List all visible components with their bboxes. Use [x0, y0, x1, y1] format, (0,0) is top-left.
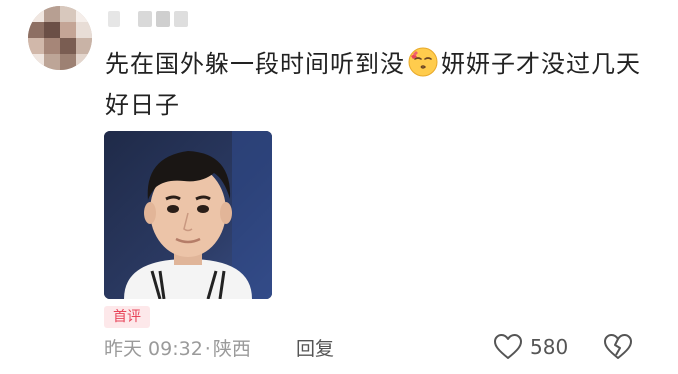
comment-meta: 昨天 09:32 · 陕西 — [104, 338, 251, 360]
comment-text: 先在国外躲一段时间听到没 妍妍子才没过几天好日子 — [105, 44, 645, 126]
like-button[interactable]: 580 — [494, 334, 568, 360]
broken-heart-icon — [604, 334, 632, 359]
heart-outline-icon — [494, 334, 522, 359]
man-portrait-image — [104, 131, 272, 299]
avatar[interactable] — [28, 6, 92, 70]
meta-separator: · — [204, 338, 211, 360]
like-count: 580 — [530, 335, 569, 359]
comment-item: 先在国外躲一段时间听到没 妍妍子才没过几天好日子 首评 昨天 09:32 · 陕… — [0, 0, 678, 374]
comment-time: 昨天 09:32 — [104, 338, 203, 360]
reply-button[interactable]: 回复 — [296, 338, 334, 360]
comment-location: 陕西 — [212, 338, 251, 360]
username-blurred[interactable] — [108, 10, 188, 28]
comment-image[interactable] — [104, 131, 272, 299]
first-comment-badge: 首评 — [104, 306, 150, 328]
dislike-button[interactable] — [604, 334, 632, 364]
comment-text-part1: 先在国外躲一段时间听到没 — [105, 50, 405, 78]
kissing-face-emoji-icon — [408, 47, 438, 77]
